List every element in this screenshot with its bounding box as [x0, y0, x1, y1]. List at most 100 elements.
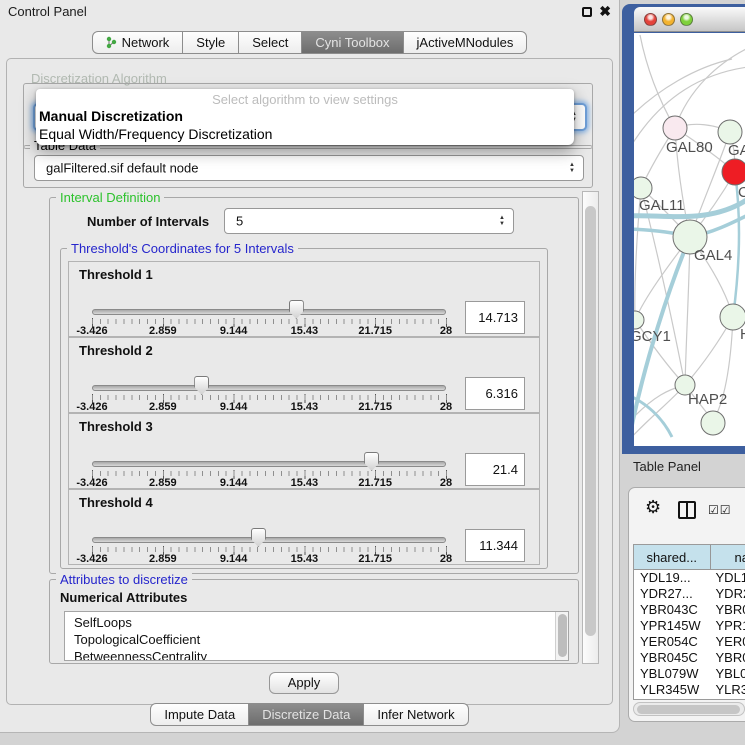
table-row[interactable]: YIL052CYIL0 [634, 698, 745, 700]
slider-tick-label: 2.859 [149, 553, 177, 565]
tab-discretize-data[interactable]: Discretize Data [249, 703, 364, 726]
network-edge[interactable] [685, 237, 690, 385]
thresholds-group: Threshold's Coordinates for 5 Intervals … [60, 248, 548, 569]
threshold-slider-handle[interactable] [251, 528, 266, 547]
top-tab-bar: NetworkStyle Select Cyni ToolboxjActiveMNo… [0, 31, 619, 54]
table-panel-title: Table Panel [633, 459, 701, 474]
table-row[interactable]: YBR043CYBR0 [634, 602, 745, 618]
slider-minor-ticks [92, 395, 447, 400]
algorithm-dropdown-popup: Select algorithm to view settings Manual… [36, 89, 574, 145]
network-node-label: HAP2 [688, 391, 727, 408]
threshold-slider-track[interactable] [92, 309, 446, 315]
slider-tick-label: 9.144 [220, 553, 248, 565]
table-row[interactable]: YDL19...YDL1 [634, 570, 745, 586]
network-edge[interactable] [634, 385, 685, 441]
threshold-slider-track[interactable] [92, 385, 446, 391]
network-node-label: GAL4 [694, 247, 732, 264]
tab-impute-data[interactable]: Impute Data [150, 703, 249, 726]
network-node[interactable] [718, 120, 742, 144]
network-node[interactable] [634, 311, 644, 329]
apply-button[interactable]: Apply [269, 672, 339, 694]
cell-shared-name: YPR145W [634, 618, 711, 634]
threshold-value-field[interactable]: 14.713 [465, 301, 525, 334]
slider-tick-label: 2.859 [149, 477, 177, 489]
network-node-label: GA [728, 142, 745, 159]
cell-shared-name: YBR045C [634, 650, 711, 666]
slider-tick-label: 21.715 [358, 477, 392, 489]
table-row[interactable]: YER054CYER0 [634, 634, 745, 650]
table-data-combo[interactable]: galFiltered.sif default node ▲▼ [34, 155, 584, 181]
numerical-attributes-label: Numerical Attributes [60, 590, 187, 605]
threshold-panel-1: Threshold 1-3.4262.8599.14415.4321.71528… [68, 261, 540, 337]
slider-tick-label: 21.715 [358, 553, 392, 565]
cell-shared-name: YDR27... [634, 586, 711, 602]
attribute-item-betweennesscentrality[interactable]: BetweennessCentrality [65, 648, 568, 661]
slider-tick-label: 28 [440, 477, 452, 489]
network-node[interactable] [722, 159, 745, 185]
tab-cyni-toolbox[interactable]: Cyni Toolbox [302, 31, 403, 54]
tab-network[interactable]: Network [92, 31, 184, 54]
threshold-value-field[interactable]: 11.344 [465, 529, 525, 562]
tab-infer-network[interactable]: Infer Network [364, 703, 468, 726]
float-icon[interactable] [582, 7, 592, 17]
slider-tick-label: 28 [440, 325, 452, 337]
threshold-slider-handle[interactable] [194, 376, 209, 395]
attributes-group-title: Attributes to discretize [56, 572, 192, 587]
number-of-intervals-spinner[interactable]: 5 ▲▼ [224, 208, 514, 234]
table-row[interactable]: YPR145WYPR1 [634, 618, 745, 634]
network-node[interactable] [663, 116, 687, 140]
node-table: shared...name YDL19...YDL1YDR27...YDR2YB… [633, 544, 745, 700]
gear-icon[interactable]: ⚙ [645, 497, 661, 518]
cell-name: YDL1 [711, 570, 745, 586]
column-header-shared-name[interactable]: shared... [634, 545, 711, 570]
network-node[interactable] [701, 411, 725, 435]
cell-name: YBL0 [711, 666, 745, 682]
slider-tick-label: -3.426 [76, 401, 107, 413]
threshold-value-field[interactable]: 21.4 [465, 453, 525, 486]
interval-definition-group: Interval Definition Number of Intervals … [49, 197, 579, 574]
threshold-value-field[interactable]: 6.316 [465, 377, 525, 410]
thresholds-group-title: Threshold's Coordinates for 5 Intervals [67, 241, 298, 256]
column-header-name[interactable]: name [711, 545, 745, 570]
panel-vertical-scrollbar[interactable] [582, 191, 599, 664]
network-node-label: GAL11 [639, 197, 685, 214]
tab-jactivemnodules[interactable]: jActiveMNodules [404, 31, 528, 54]
checkbox-icons[interactable]: ☑☑ [708, 503, 732, 517]
threshold-slider-handle[interactable] [364, 452, 379, 471]
split-view-icon[interactable] [678, 501, 696, 519]
network-canvas[interactable]: GAL80GACGAL11GAL4GCY1HHAP2 [634, 33, 745, 446]
tab-label: Discretize Data [262, 707, 350, 722]
table-row[interactable]: YBR045CYBR0 [634, 650, 745, 666]
attribute-item-topologicalcoefficient[interactable]: TopologicalCoefficient [65, 631, 568, 648]
threshold-slider-track[interactable] [92, 537, 446, 543]
table-horizontal-scrollbar[interactable] [633, 702, 745, 716]
dropdown-option-equal-width-frequency-discretization[interactable]: Equal Width/Frequency Discretization [39, 126, 272, 142]
close-icon[interactable]: ✖ [599, 3, 611, 20]
network-node[interactable] [634, 177, 652, 199]
network-edge[interactable] [640, 35, 675, 128]
tab-style[interactable]: Style [183, 31, 239, 54]
close-traffic-light[interactable] [644, 13, 657, 26]
network-window-titlebar [634, 7, 745, 32]
network-edge[interactable] [675, 49, 745, 128]
zoom-traffic-light[interactable] [680, 13, 693, 26]
dropdown-option-manual-discretization[interactable]: Manual Discretization [39, 108, 183, 124]
table-row[interactable]: YDR27...YDR2 [634, 586, 745, 602]
table-row[interactable]: YBL079WYBL0 [634, 666, 745, 682]
attribute-item-selfloops[interactable]: SelfLoops [65, 612, 568, 631]
tab-select[interactable]: Select [239, 31, 302, 54]
threshold-slider-handle[interactable] [289, 300, 304, 319]
number-of-intervals-value: 5 [236, 214, 243, 229]
attributes-list: SelfLoopsTopologicalCoefficientBetweenne… [64, 611, 569, 661]
table-panel-window: ⚙ ☑☑ shared...name YDL19...YDL1YDR27...Y… [628, 487, 745, 722]
table-row[interactable]: YLR345WYLR3 [634, 682, 745, 698]
slider-tick-label: 28 [440, 401, 452, 413]
tab-label: Select [252, 35, 288, 50]
combo-arrows-icon: ▲▼ [569, 162, 575, 174]
cell-name: YIL0 [711, 698, 745, 700]
threshold-panel-4: Threshold 4-3.4262.8599.14415.4321.71528… [68, 489, 540, 565]
minimize-traffic-light[interactable] [662, 13, 675, 26]
attributes-list-scrollbar[interactable] [555, 612, 568, 660]
threshold-slider-track[interactable] [92, 461, 446, 467]
slider-tick-label: 28 [440, 553, 452, 565]
